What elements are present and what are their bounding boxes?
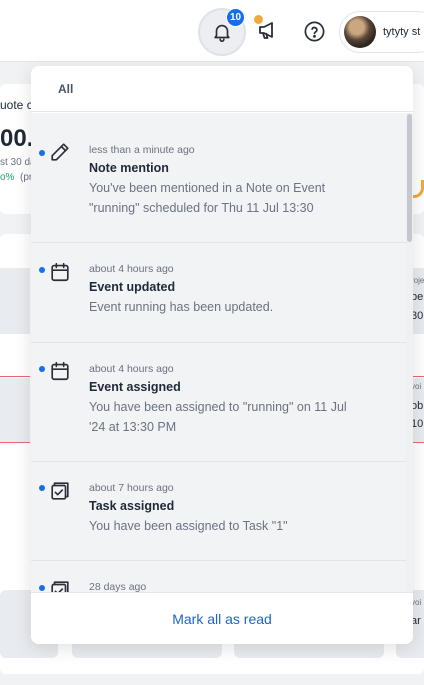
notification-item[interactable]: about 4 hours ago Event updated Event ru… [31, 243, 413, 343]
mark-all-read-button[interactable]: Mark all as read [172, 611, 272, 627]
top-bar: 10 tytyty st [0, 0, 424, 62]
notification-time: about 7 hours ago [89, 482, 174, 494]
unread-dot [39, 150, 45, 156]
notification-body: You've been mentioned in a Note on Event… [89, 181, 326, 215]
notification-item[interactable]: less than a minute ago Note mention You'… [31, 113, 413, 243]
unread-dot [39, 267, 45, 273]
task-check-icon [51, 581, 69, 592]
notification-item[interactable]: 28 days ago [31, 561, 413, 592]
notification-count-badge: 10 [226, 8, 246, 27]
row-divider [413, 376, 424, 377]
help-button[interactable] [301, 18, 327, 44]
notification-body: You have been assigned to "running" on 1… [89, 400, 347, 434]
notification-title: Event assigned [89, 380, 181, 394]
notification-body: You have been assigned to Task "1" [89, 519, 288, 533]
help-icon [304, 21, 324, 41]
notification-time: about 4 hours ago [89, 363, 174, 375]
notification-item[interactable]: about 4 hours ago Event assigned You hav… [31, 343, 413, 462]
notifications-panel: All less than a minute ago Note mention … [31, 66, 413, 644]
notification-time: 28 days ago [89, 581, 147, 592]
user-name: tytyty st [383, 26, 421, 38]
quote-card-value: 00. [0, 125, 34, 152]
change-percent: o% [0, 172, 15, 183]
table-row-shade [0, 378, 30, 442]
scrollbar-thumb[interactable] [407, 114, 412, 242]
announcement-indicator [254, 15, 263, 24]
tab-all[interactable]: All [58, 82, 73, 96]
notification-time: about 4 hours ago [89, 263, 174, 275]
notification-body: Event running has been updated. [89, 300, 274, 314]
notification-title: Note mention [89, 161, 169, 175]
unread-dot [39, 485, 45, 491]
notification-title: Event updated [89, 280, 176, 294]
avatar [344, 16, 376, 48]
unread-dot [39, 366, 45, 372]
panel-footer: Mark all as read [31, 592, 413, 644]
calendar-icon [51, 262, 69, 282]
quote-card-change: o% (pr [0, 172, 32, 183]
calendar-icon [51, 361, 69, 381]
row-divider [0, 442, 30, 443]
notification-time: less than a minute ago [89, 144, 195, 156]
unread-dot [39, 585, 45, 591]
row-divider [413, 442, 424, 443]
notification-title: Task assigned [89, 499, 175, 513]
task-check-icon [51, 482, 69, 500]
row-divider [0, 376, 30, 377]
user-menu[interactable]: tytyty st [339, 11, 424, 53]
quote-card-label: uote c [0, 98, 33, 112]
notification-item[interactable]: about 7 hours ago Task assigned You have… [31, 462, 413, 561]
table-row-shade [0, 268, 30, 334]
pencil-icon [51, 143, 69, 161]
notification-list[interactable]: less than a minute ago Note mention You'… [31, 113, 413, 592]
panel-header: All [31, 66, 413, 112]
